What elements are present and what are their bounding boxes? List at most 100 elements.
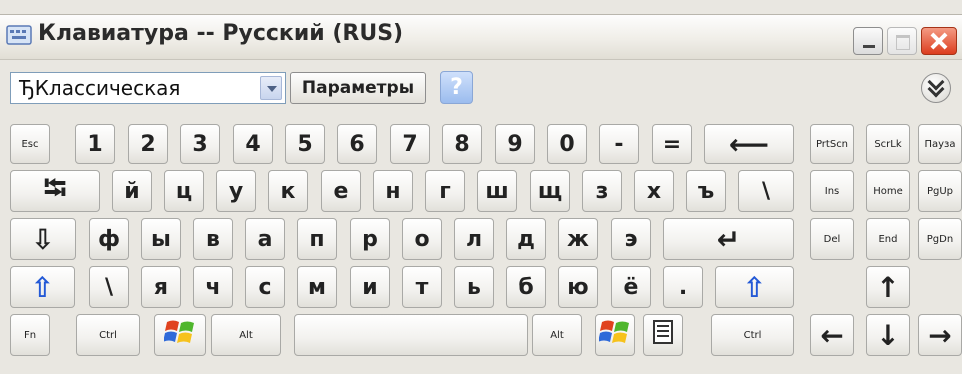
key-pgup[interactable]: PgUp bbox=[918, 170, 962, 212]
key-label: е bbox=[333, 178, 349, 204]
key-ralt[interactable]: Alt bbox=[532, 314, 582, 356]
key-tab[interactable]: ⭾ bbox=[10, 170, 100, 212]
key-и[interactable]: и bbox=[350, 266, 390, 308]
key-minus[interactable]: - bbox=[599, 124, 639, 164]
key-э[interactable]: э bbox=[611, 218, 651, 260]
key-о[interactable]: о bbox=[402, 218, 442, 260]
key-esc[interactable]: Esc bbox=[10, 124, 50, 164]
key-rshift[interactable]: ⇧ bbox=[715, 266, 794, 308]
key-л[interactable]: л bbox=[454, 218, 494, 260]
key-pgdn[interactable]: PgDn bbox=[918, 218, 962, 260]
key-з[interactable]: з bbox=[582, 170, 622, 212]
key-п[interactable]: п bbox=[297, 218, 337, 260]
key-ш[interactable]: ш bbox=[477, 170, 517, 212]
key-т[interactable]: т bbox=[402, 266, 442, 308]
key-rctrl[interactable]: Ctrl bbox=[711, 314, 794, 356]
key-label: о bbox=[414, 226, 430, 252]
key-5[interactable]: 5 bbox=[285, 124, 325, 164]
key-menu[interactable] bbox=[643, 314, 683, 356]
shift-icon: ⇧ bbox=[30, 270, 55, 304]
key-ь[interactable]: ь bbox=[454, 266, 494, 308]
key-period[interactable]: . bbox=[663, 266, 703, 308]
key-lshift[interactable]: ⇧ bbox=[10, 266, 75, 308]
keyboard-icon bbox=[6, 24, 32, 46]
key-rwin[interactable] bbox=[595, 314, 635, 356]
key-label: в bbox=[206, 226, 220, 252]
key-ы[interactable]: ы bbox=[141, 218, 181, 260]
key-enter[interactable]: ↵ bbox=[663, 218, 794, 260]
key-ю[interactable]: ю bbox=[558, 266, 598, 308]
key-label: а bbox=[257, 226, 273, 252]
key-backspace[interactable]: ⟵ bbox=[704, 124, 794, 164]
key-pause[interactable]: Пауза bbox=[918, 124, 962, 164]
key-label: PgDn bbox=[926, 233, 954, 245]
help-button[interactable]: ? bbox=[440, 71, 473, 104]
key-с[interactable]: с bbox=[245, 266, 285, 308]
key-left[interactable]: ← bbox=[810, 314, 854, 356]
key-lalt[interactable]: Alt bbox=[211, 314, 281, 356]
key-б[interactable]: б bbox=[506, 266, 546, 308]
key-label: я bbox=[153, 274, 169, 300]
key-end[interactable]: End bbox=[866, 218, 910, 260]
close-button[interactable] bbox=[921, 27, 957, 55]
tab-icon: ⭾ bbox=[43, 170, 67, 206]
key-down[interactable]: ↓ bbox=[866, 314, 910, 356]
key-label: к bbox=[280, 178, 296, 204]
key-ъ[interactable]: ъ bbox=[686, 170, 726, 212]
key-fn[interactable]: Fn bbox=[10, 314, 50, 356]
key-equals[interactable]: = bbox=[652, 124, 692, 164]
title-bar[interactable]: Клавиатура -- Русский (RUS) bbox=[0, 14, 962, 60]
key-0[interactable]: 0 bbox=[547, 124, 587, 164]
key-scrlk[interactable]: ScrLk bbox=[866, 124, 910, 164]
maximize-button[interactable] bbox=[887, 27, 917, 55]
key-prtscn[interactable]: PrtScn bbox=[810, 124, 854, 164]
caps-lock-icon: ⇩ bbox=[31, 222, 55, 256]
key-й[interactable]: й bbox=[112, 170, 152, 212]
key-к[interactable]: к bbox=[268, 170, 308, 212]
minimize-button[interactable] bbox=[853, 27, 883, 55]
chevron-down-icon[interactable] bbox=[260, 76, 282, 100]
key-4[interactable]: 4 bbox=[233, 124, 273, 164]
key-я[interactable]: я bbox=[141, 266, 181, 308]
key-home[interactable]: Home bbox=[866, 170, 910, 212]
key-е[interactable]: е bbox=[321, 170, 361, 212]
key-д[interactable]: д bbox=[506, 218, 546, 260]
key-up[interactable]: ↑ bbox=[866, 266, 910, 308]
layout-dropdown[interactable]: ЂКлассическая bbox=[10, 72, 286, 104]
key-ч[interactable]: ч bbox=[193, 266, 233, 308]
key-label: б bbox=[518, 274, 534, 300]
key-lctrl[interactable]: Ctrl bbox=[76, 314, 140, 356]
key-space[interactable] bbox=[294, 314, 528, 356]
key-del[interactable]: Del bbox=[810, 218, 854, 260]
key-х[interactable]: х bbox=[634, 170, 674, 212]
parameters-button[interactable]: Параметры bbox=[290, 72, 426, 104]
key-ф[interactable]: ф bbox=[89, 218, 129, 260]
key-9[interactable]: 9 bbox=[495, 124, 535, 164]
key-capslock[interactable]: ⇩ bbox=[10, 218, 76, 260]
key-7[interactable]: 7 bbox=[390, 124, 430, 164]
key-ё[interactable]: ё bbox=[611, 266, 651, 308]
key-6[interactable]: 6 bbox=[337, 124, 377, 164]
key-2[interactable]: 2 bbox=[128, 124, 168, 164]
key-ж[interactable]: ж bbox=[558, 218, 598, 260]
key-а[interactable]: а bbox=[245, 218, 285, 260]
key-ц[interactable]: ц bbox=[164, 170, 204, 212]
key-р[interactable]: р bbox=[350, 218, 390, 260]
key-3[interactable]: 3 bbox=[180, 124, 220, 164]
key-1[interactable]: 1 bbox=[75, 124, 115, 164]
key-н[interactable]: н bbox=[373, 170, 413, 212]
key-г[interactable]: г bbox=[425, 170, 465, 212]
key-щ[interactable]: щ bbox=[530, 170, 570, 212]
key-у[interactable]: у bbox=[216, 170, 256, 212]
key-backslash1[interactable]: \ bbox=[738, 170, 794, 212]
key-right[interactable]: → bbox=[918, 314, 962, 356]
key-backslash2[interactable]: \ bbox=[89, 266, 129, 308]
key-в[interactable]: в bbox=[193, 218, 233, 260]
key-ins[interactable]: Ins bbox=[810, 170, 854, 212]
collapse-button[interactable] bbox=[921, 73, 951, 103]
key-8[interactable]: 8 bbox=[442, 124, 482, 164]
key-label: 8 bbox=[454, 131, 470, 157]
key-lwin[interactable] bbox=[154, 314, 206, 356]
key-м[interactable]: м bbox=[297, 266, 337, 308]
key-label: Ins bbox=[824, 185, 840, 197]
